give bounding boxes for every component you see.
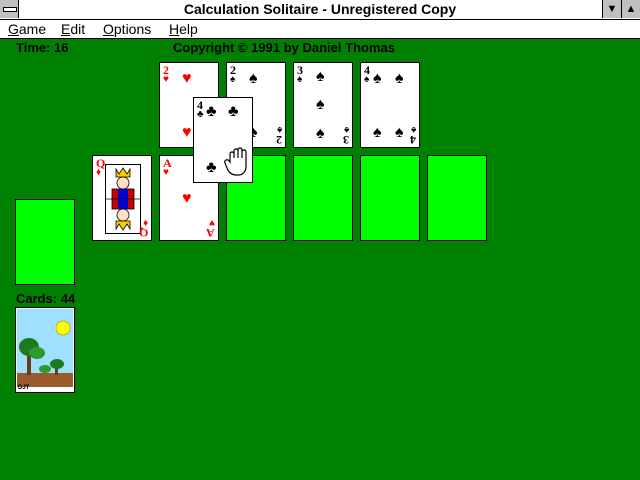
menu-bar: Game Edit Options Help <box>0 20 640 39</box>
diamond-icon: ♦ <box>96 167 102 178</box>
deck-artist-mark: DJT <box>18 385 30 391</box>
stock-deck[interactable]: DJT <box>15 307 75 393</box>
waste-pile[interactable] <box>15 199 75 285</box>
spade-icon: ♠ <box>410 124 416 135</box>
copyright-text: Copyright © 1991 by Daniel Thomas <box>173 40 395 55</box>
spade-icon: ♠ <box>373 124 382 141</box>
card-rank-bottom: 2 <box>276 133 282 147</box>
heart-icon: ♥ <box>182 70 192 87</box>
heart-icon: ♥ <box>163 167 169 178</box>
spade-icon: ♠ <box>364 74 370 85</box>
heart-icon: ♥ <box>163 74 169 85</box>
window-title: Calculation Solitaire - Unregistered Cop… <box>183 1 457 17</box>
club-icon: ♣ <box>206 159 217 176</box>
tableau-card-1[interactable]: Q ♦ Q ♦ <box>92 155 152 241</box>
club-icon: ♣ <box>206 103 217 120</box>
menu-help[interactable]: Help <box>169 20 198 38</box>
tableau-slot-4[interactable] <box>293 155 353 241</box>
minimize-button[interactable]: ▼ <box>602 0 621 18</box>
hand-grab-icon <box>222 146 256 180</box>
foundation-card-3[interactable]: 3 ♠ ♠ ♠ ♠ 3 ♠ <box>293 62 353 148</box>
tableau-slot-5[interactable] <box>360 155 420 241</box>
card-rank-bottom: 4 <box>410 133 416 147</box>
deck-back-art <box>17 309 73 391</box>
maximize-button[interactable]: ▲ <box>621 0 640 18</box>
spade-icon: ♠ <box>373 70 382 87</box>
club-icon: ♣ <box>228 103 239 120</box>
card-rank-bottom: Q <box>138 226 148 240</box>
spade-icon: ♠ <box>395 124 404 141</box>
diamond-icon: ♦ <box>142 217 148 228</box>
spade-icon: ♠ <box>276 124 282 135</box>
card-rank-bottom: A <box>206 226 215 240</box>
tableau-slot-6[interactable] <box>427 155 487 241</box>
cards-remaining: Cards: 44 <box>16 291 76 306</box>
foundation-card-4[interactable]: 4 ♠ ♠ ♠ ♠ ♠ 4 ♠ <box>360 62 420 148</box>
time-display: Time: 16 <box>16 40 69 55</box>
club-icon: ♣ <box>197 109 204 120</box>
spade-icon: ♠ <box>343 124 349 135</box>
spade-icon: ♠ <box>395 70 404 87</box>
spade-icon: ♠ <box>297 74 303 85</box>
heart-icon: ♥ <box>182 190 192 207</box>
title-bar: Calculation Solitaire - Unregistered Cop… <box>0 0 640 20</box>
heart-icon: ♥ <box>209 217 215 228</box>
heart-icon: ♥ <box>182 124 192 141</box>
menu-game[interactable]: Game <box>8 20 46 38</box>
spade-icon: ♠ <box>316 68 325 85</box>
spade-icon: ♠ <box>316 125 325 142</box>
queen-face-art <box>105 164 141 234</box>
spade-icon: ♠ <box>249 70 258 87</box>
menu-options[interactable]: Options <box>103 20 151 38</box>
spade-icon: ♠ <box>230 74 236 85</box>
menu-edit[interactable]: Edit <box>61 20 85 38</box>
spade-icon: ♠ <box>316 96 325 113</box>
card-rank-bottom: 3 <box>343 133 349 147</box>
